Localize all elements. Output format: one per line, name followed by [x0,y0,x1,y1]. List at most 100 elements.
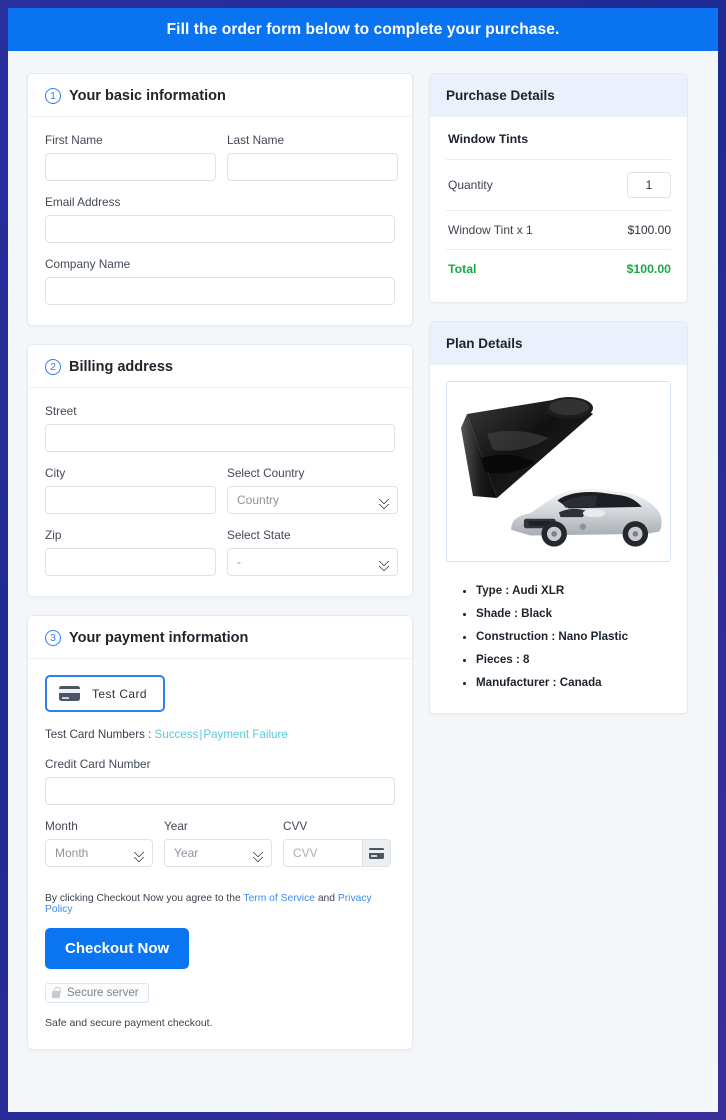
plan-spec-item: Construction : Nano Plastic [476,630,671,644]
zip-label: Zip [45,528,62,542]
safe-checkout-text: Safe and secure payment checkout. [45,1017,213,1029]
city-label: City [45,466,66,480]
zip-input[interactable] [45,548,216,576]
year-field-group: Year Year [164,819,272,867]
name-row: First Name Last Name [45,133,398,195]
checkout-now-button[interactable]: Checkout Now [45,928,190,969]
silver-audi-car-icon [511,488,662,547]
payment-information-header: 3 Your payment information [28,616,412,659]
street-field-group: Street [45,404,395,452]
first-name-label: First Name [45,133,103,147]
last-name-label: Last Name [227,133,285,147]
year-select-wrapper: Year [164,839,272,867]
month-select[interactable]: Month [45,839,153,867]
state-select[interactable]: - [227,548,398,576]
credit-card-input[interactable] [45,777,395,805]
test-card-failure-link[interactable]: Payment Failure [203,728,287,741]
email-field-group: Email Address [45,195,395,243]
terms-prefix: By clicking Checkout Now you agree to th… [45,893,244,904]
plan-details-title: Plan Details [430,322,687,365]
payment-information-card: 3 Your payment information Test Card Tes… [27,615,413,1050]
year-label: Year [164,819,188,833]
month-label: Month [45,819,78,833]
credit-card-label: Credit Card Number [45,757,151,771]
line-item-label: Window Tint x 1 [448,223,533,237]
country-field-group: Select Country Country [227,466,398,514]
terms-of-service-link[interactable]: Term of Service [243,893,315,904]
country-select[interactable]: Country [227,486,398,514]
terms-mid: and [314,893,338,904]
month-field-group: Month Month [45,819,153,867]
main-content: 1 Your basic information First Name Last… [8,51,718,1068]
city-input[interactable] [45,486,216,514]
first-name-field-group: First Name [45,133,216,181]
terms-text: By clicking Checkout Now you agree to th… [45,893,395,915]
billing-address-header: 2 Billing address [28,345,412,388]
country-label: Select Country [227,466,305,480]
email-label: Email Address [45,195,121,209]
plan-spec-item: Type : Audi XLR [476,584,671,598]
payment-information-body: Test Card Test Card Numbers : Success|Pa… [28,659,412,1049]
cvv-field-group: CVV [283,819,391,867]
plan-spec-item: Manufacturer : Canada [476,676,671,690]
purchase-details-title: Purchase Details [430,74,687,117]
card-back-icon [369,847,384,859]
total-value: $100.00 [626,262,671,276]
form-column: 1 Your basic information First Name Last… [27,73,413,1068]
test-card-success-link[interactable]: Success [155,728,199,741]
quantity-label: Quantity [448,178,493,192]
secure-server-label: Secure server [67,987,139,999]
test-card-tab-label: Test Card [92,686,147,701]
first-name-input[interactable] [45,153,216,181]
plan-spec-item: Pieces : 8 [476,653,671,667]
plan-spec-list: Type : Audi XLR Shade : Black Constructi… [446,584,671,690]
plan-spec-item: Shade : Black [476,607,671,621]
cvv-label: CVV [283,819,308,833]
step-number-icon: 3 [45,630,61,646]
secure-server-badge: Secure server [45,983,149,1003]
quantity-row: Quantity [446,160,671,211]
line-item-row: Window Tint x 1 $100.00 [446,211,671,250]
plan-details-panel: Plan Details • Type: Audi XLR • Shade:… [429,321,688,714]
summary-column: Purchase Details Window Tints Quantity W… [429,73,688,732]
basic-information-body: First Name Last Name Email Address Compa… [28,117,412,325]
company-label: Company Name [45,257,131,271]
street-input[interactable] [45,424,395,452]
step-number-icon: 1 [45,88,61,104]
cvv-input-group [283,839,391,867]
test-card-tab[interactable]: Test Card [45,675,165,712]
page-banner: Fill the order form below to complete yo… [8,8,718,51]
purchase-product-name: Window Tints [446,117,671,160]
billing-address-body: Street City Select Country Country Zip S… [28,388,412,596]
section-title: Your payment information [69,630,249,646]
email-input[interactable] [45,215,395,243]
cvv-help-button[interactable] [362,839,391,867]
basic-information-header: 1 Your basic information [28,74,412,117]
plan-product-image [446,381,671,562]
purchase-details-body: Window Tints Quantity Window Tint x 1 $1… [430,117,687,302]
expiry-cvv-row: Month Month Year Year CVV CVV [45,819,395,867]
app-backdrop: Fill the order form below to complete yo… [0,0,726,1120]
purchase-details-panel: Purchase Details Window Tints Quantity W… [429,73,688,303]
line-item-value: $100.00 [627,223,671,237]
last-name-input[interactable] [227,153,398,181]
zip-field-group: Zip [45,528,216,576]
cvv-input[interactable] [283,839,362,867]
test-card-numbers-line: Test Card Numbers : Success|Payment Fail… [45,728,395,741]
plan-details-body: Type : Audi XLR Shade : Black Constructi… [430,381,687,713]
billing-address-card: 2 Billing address Street City Select Cou… [27,344,413,597]
total-row: Total $100.00 [446,250,671,288]
last-name-field-group: Last Name [227,133,398,181]
city-country-row: City Select Country Country [45,466,398,528]
secure-server-row: Secure server [45,983,395,1017]
credit-card-field-group: Credit Card Number [45,757,395,805]
state-label: Select State [227,528,291,542]
lock-icon [52,986,61,998]
company-input[interactable] [45,277,395,305]
test-card-prefix: Test Card Numbers : [45,728,155,741]
city-field-group: City [45,466,216,514]
credit-card-icon [59,686,80,701]
quantity-input[interactable] [627,172,671,198]
step-number-icon: 2 [45,359,61,375]
year-select[interactable]: Year [164,839,272,867]
